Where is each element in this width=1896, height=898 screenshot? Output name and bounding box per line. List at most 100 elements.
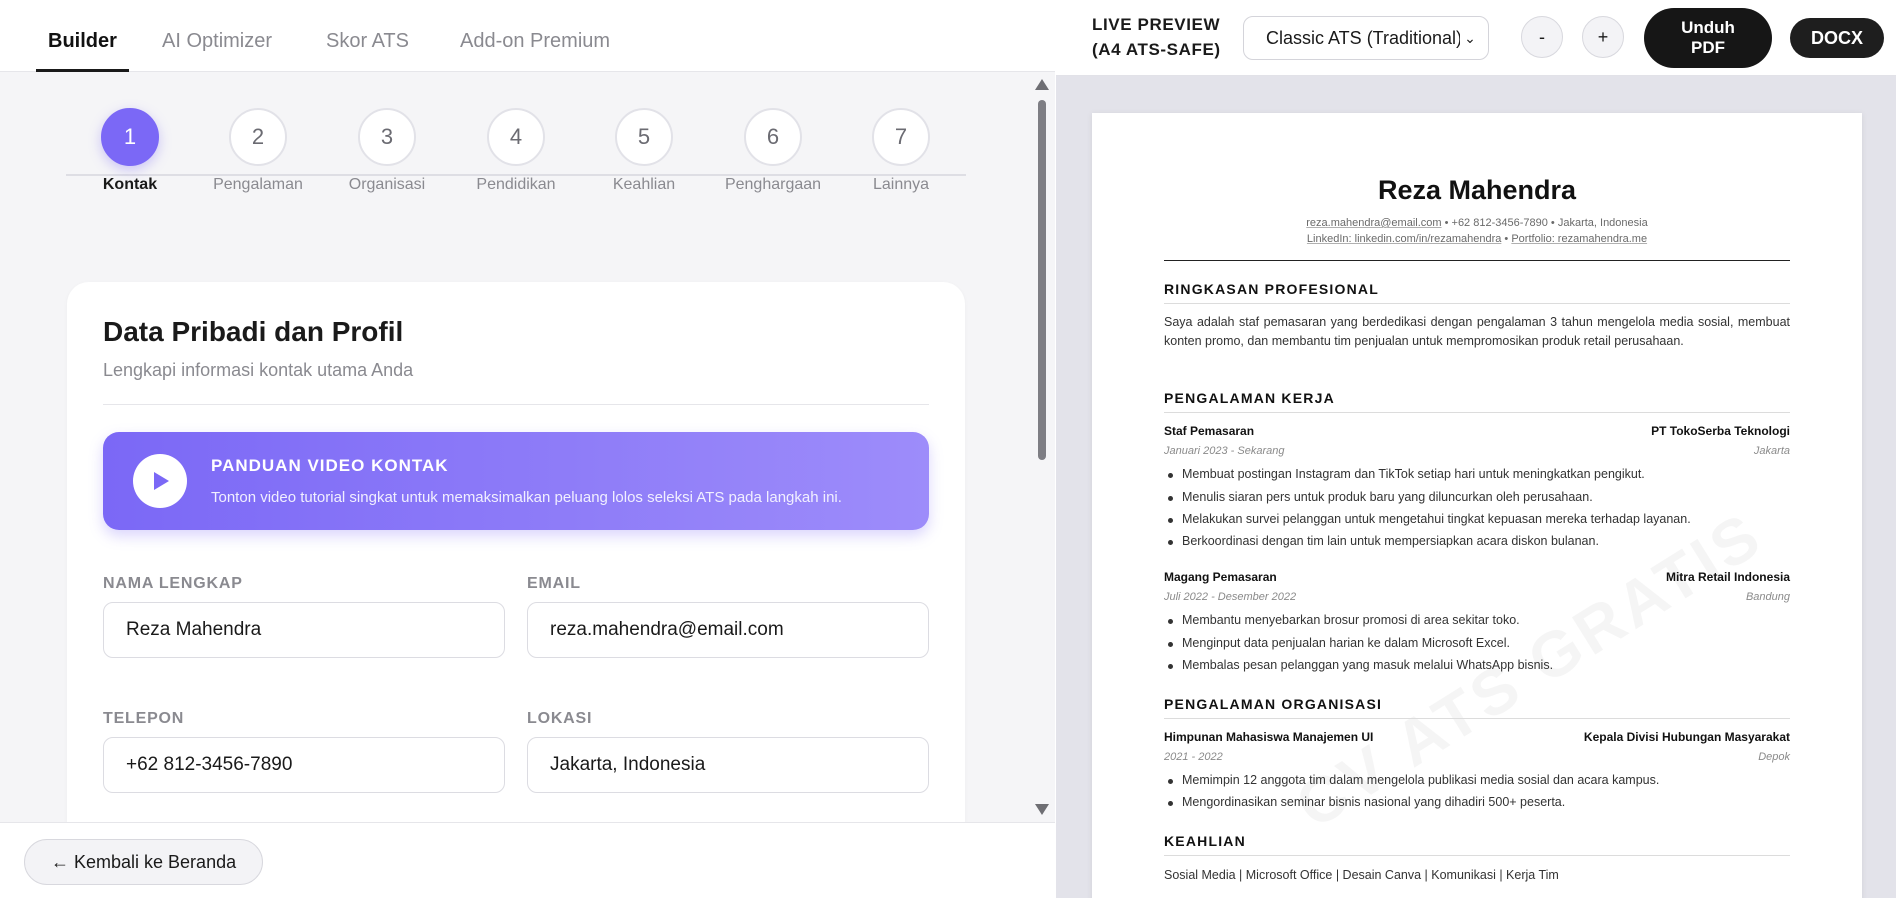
cv-email: reza.mahendra@email.com [1306, 217, 1442, 229]
cv-exp-role: Magang Pemasaran [1164, 570, 1277, 584]
scrollbar-thumb[interactable] [1038, 100, 1046, 460]
cv-sep: • [1501, 233, 1512, 245]
back-to-home-button[interactable]: ← Kembali ke Beranda [24, 839, 264, 885]
name-label: NAMA LENGKAP [103, 575, 243, 592]
cv-exp-company: PT TokoSerba Teknologi [1651, 424, 1790, 438]
tab-ai-optimizer[interactable]: AI Optimizer [162, 0, 272, 72]
live-preview-label: LIVE PREVIEW (A4 ATS-SAFE) [1092, 12, 1221, 62]
cv-contact-line: reza.mahendra@email.com • +62 812-3456-7… [1092, 217, 1862, 229]
phone-label: TELEPON [103, 710, 185, 727]
cv-section-experience: PENGALAMAN KERJA [1164, 390, 1790, 413]
cv-sep: • [1547, 217, 1558, 229]
template-selected: Classic ATS (Traditional) [1266, 28, 1463, 48]
cv-bullet: Melakukan survei pelanggan untuk mengeta… [1168, 512, 1790, 526]
cv-org-meta: 2021 - 2022 Depok [1164, 751, 1790, 767]
scroll-up-icon[interactable] [1035, 79, 1049, 90]
cv-exp-period: Januari 2023 - Sekarang [1164, 445, 1285, 457]
step-number: 5 [615, 108, 673, 166]
cv-phone: +62 812-3456-7890 [1451, 217, 1548, 229]
cv-summary-text: Saya adalah staf pemasaran yang berdedik… [1164, 315, 1790, 348]
step-number: 4 [487, 108, 545, 166]
cv-bullet: Memimpin 12 anggota tim dalam mengelola … [1168, 773, 1790, 787]
cv-org-name: Himpunan Mahasiswa Manajemen UI [1164, 730, 1374, 744]
cv-name: Reza Mahendra [1377, 175, 1577, 205]
scrollbar[interactable] [1030, 72, 1052, 822]
scroll-down-icon[interactable] [1035, 804, 1049, 815]
cv-preview-page: CV ATS GRATIS Reza Mahendra reza.mahendr… [1092, 113, 1862, 898]
cv-header-rule [1164, 260, 1790, 261]
cv-links-line: LinkedIn: linkedin.com/in/rezamahendra •… [1092, 233, 1862, 245]
preview-pane: LIVE PREVIEW (A4 ATS-SAFE) Classic ATS (… [1056, 0, 1896, 898]
step-penghargaan[interactable]: 6 Penghargaan [713, 108, 833, 194]
cv-bullet: Membalas pesan pelanggan yang masuk mela… [1168, 658, 1790, 672]
download-pdf-button[interactable]: Unduh PDF [1644, 8, 1772, 68]
step-label: Penghargaan [724, 176, 822, 193]
step-kontak[interactable]: 1 Kontak [70, 108, 190, 194]
cv-org-place: Depok [1758, 751, 1790, 763]
pdf-label-line1: Unduh [1681, 18, 1735, 37]
location-label: LOKASI [527, 710, 593, 727]
video-guide-description: Tonton video tutorial singkat untuk mema… [211, 489, 842, 506]
live-preview-line1: LIVE PREVIEW [1092, 15, 1221, 34]
cv-bullet: Membantu menyebarkan brosur promosi di a… [1168, 613, 1790, 627]
cv-exp-role: Staf Pemasaran [1164, 424, 1255, 438]
form-title: Data Pribadi dan Profil [103, 316, 404, 347]
live-preview-line2: (A4 ATS-SAFE) [1092, 40, 1221, 59]
cv-section-skills: KEAHLIAN [1164, 833, 1790, 856]
cv-bullet: Mengordinasikan seminar bisnis nasional … [1168, 795, 1790, 809]
step-pengalaman[interactable]: 2 Pengalaman [198, 108, 318, 194]
step-label: Kontak [102, 176, 158, 193]
contact-form-card: Data Pribadi dan Profil Lengkapi informa… [67, 282, 965, 822]
cv-exp-period: Juli 2022 - Desember 2022 [1164, 591, 1297, 603]
zoom-out-button[interactable]: - [1521, 16, 1563, 58]
builder-pane: Builder AI Optimizer Skor ATS Add-on Pre… [0, 0, 1055, 898]
step-number: 3 [358, 108, 416, 166]
pdf-label-line2: PDF [1691, 38, 1725, 57]
cv-bullet: Membuat postingan Instagram dan TikTok s… [1168, 467, 1790, 481]
step-number: 1 [101, 108, 159, 166]
step-organisasi[interactable]: 3 Organisasi [327, 108, 447, 194]
step-label: Pengalaman [213, 176, 303, 193]
form-subtitle: Lengkapi informasi kontak utama Anda [103, 360, 414, 380]
cv-exp-place: Jakarta [1753, 445, 1790, 457]
tab-addon-premium[interactable]: Add-on Premium [460, 0, 610, 72]
cv-org-period: 2021 - 2022 [1164, 751, 1223, 763]
cv-exp-header: Staf Pemasaran PT TokoSerba Teknologi [1164, 424, 1790, 440]
play-icon[interactable] [133, 454, 187, 508]
cv-org-role: Kepala Divisi Hubungan Masyarakat [1583, 730, 1790, 744]
cv-exp-header: Magang Pemasaran Mitra Retail Indonesia [1164, 570, 1790, 586]
step-lainnya[interactable]: 7 Lainnya [841, 108, 961, 194]
video-guide-title: PANDUAN VIDEO KONTAK [211, 456, 449, 475]
cv-section-summary: RINGKASAN PROFESIONAL [1164, 281, 1790, 304]
cv-skills-text: Sosial Media | Microsoft Office | Desain… [1164, 868, 1559, 882]
cv-portfolio: Portfolio: rezamahendra.me [1511, 233, 1648, 245]
name-input[interactable]: Reza Mahendra [103, 602, 505, 658]
location-input[interactable]: Jakarta, Indonesia [527, 737, 929, 793]
cv-bullet: Berkoordinasi dengan tim lain untuk memp… [1168, 534, 1790, 548]
cv-exp-place: Bandung [1745, 591, 1790, 603]
cv-bullet: Menginput data penjualan harian ke dalam… [1168, 636, 1790, 650]
cv-exp-meta: Januari 2023 - Sekarang Jakarta [1164, 445, 1790, 461]
phone-input[interactable]: +62 812-3456-7890 [103, 737, 505, 793]
video-guide-banner[interactable]: PANDUAN VIDEO KONTAK Tonton video tutori… [103, 432, 929, 530]
cv-linkedin: LinkedIn: linkedin.com/in/rezamahendra [1306, 233, 1502, 245]
step-label: Lainnya [872, 176, 930, 193]
step-label: Pendidikan [476, 176, 556, 193]
cv-sep: • [1441, 217, 1452, 229]
step-pendidikan[interactable]: 4 Pendidikan [456, 108, 576, 194]
step-label: Keahlian [612, 176, 676, 193]
email-input[interactable]: reza.mahendra@email.com [527, 602, 929, 658]
zoom-in-button[interactable]: + [1582, 16, 1624, 58]
step-number: 7 [872, 108, 930, 166]
divider [103, 404, 929, 405]
builder-footer: ← Kembali ke Beranda [0, 822, 1055, 898]
top-nav: Builder AI Optimizer Skor ATS Add-on Pre… [0, 0, 1055, 72]
cv-org-header: Himpunan Mahasiswa Manajemen UI Kepala D… [1164, 730, 1790, 746]
step-keahlian[interactable]: 5 Keahlian [584, 108, 704, 194]
download-docx-button[interactable]: DOCX [1790, 18, 1884, 58]
preview-toolbar: LIVE PREVIEW (A4 ATS-SAFE) Classic ATS (… [1056, 0, 1896, 76]
tab-builder[interactable]: Builder [36, 0, 129, 72]
chevron-down-icon: ⌄ [1460, 17, 1480, 59]
tab-skor-ats[interactable]: Skor ATS [326, 0, 409, 72]
template-select[interactable]: Classic ATS (Traditional) ⌄ [1243, 16, 1489, 60]
